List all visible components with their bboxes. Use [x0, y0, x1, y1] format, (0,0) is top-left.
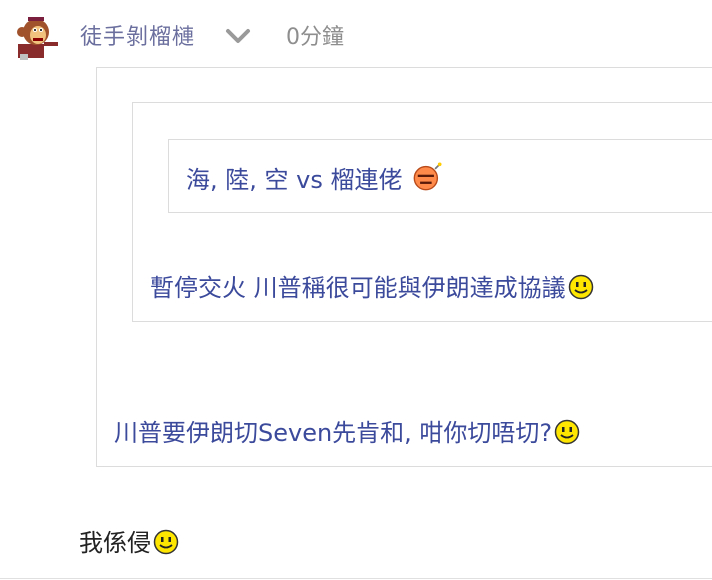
angry-bomb-emoji-icon [413, 162, 442, 191]
smile-emoji-icon [153, 529, 179, 555]
smile-emoji-icon [568, 274, 593, 300]
quote-level3-text: 海, 陸, 空 vs 榴連佬 [186, 166, 403, 194]
chevron-down-icon[interactable] [224, 22, 252, 50]
post-divider [0, 578, 712, 579]
username-link[interactable]: 徒手剝榴槤 [80, 19, 195, 51]
reply-text-content: 我係侵 [79, 529, 151, 557]
reply-text: 我係侵 [79, 523, 179, 558]
quote-text-level3: 海, 陸, 空 vs 榴連佬 [186, 160, 442, 195]
post-timestamp: 0分鐘 [286, 25, 344, 50]
post-header: 徒手剝榴槤 0分鐘 [0, 0, 712, 68]
quote-level1-text: 川普要伊朗切Seven先肯和, 咁你切唔切? [114, 419, 553, 447]
smile-emoji-icon [554, 419, 580, 445]
monkey-avatar-icon[interactable] [14, 14, 62, 62]
quote-text-level2: 暫停交火 川普稱很可能與伊朗達成協議 [150, 268, 594, 303]
quote-text-level1: 川普要伊朗切Seven先肯和, 咁你切唔切? [114, 413, 580, 448]
quote-level2-text: 暫停交火 川普稱很可能與伊朗達成協議 [150, 274, 566, 302]
